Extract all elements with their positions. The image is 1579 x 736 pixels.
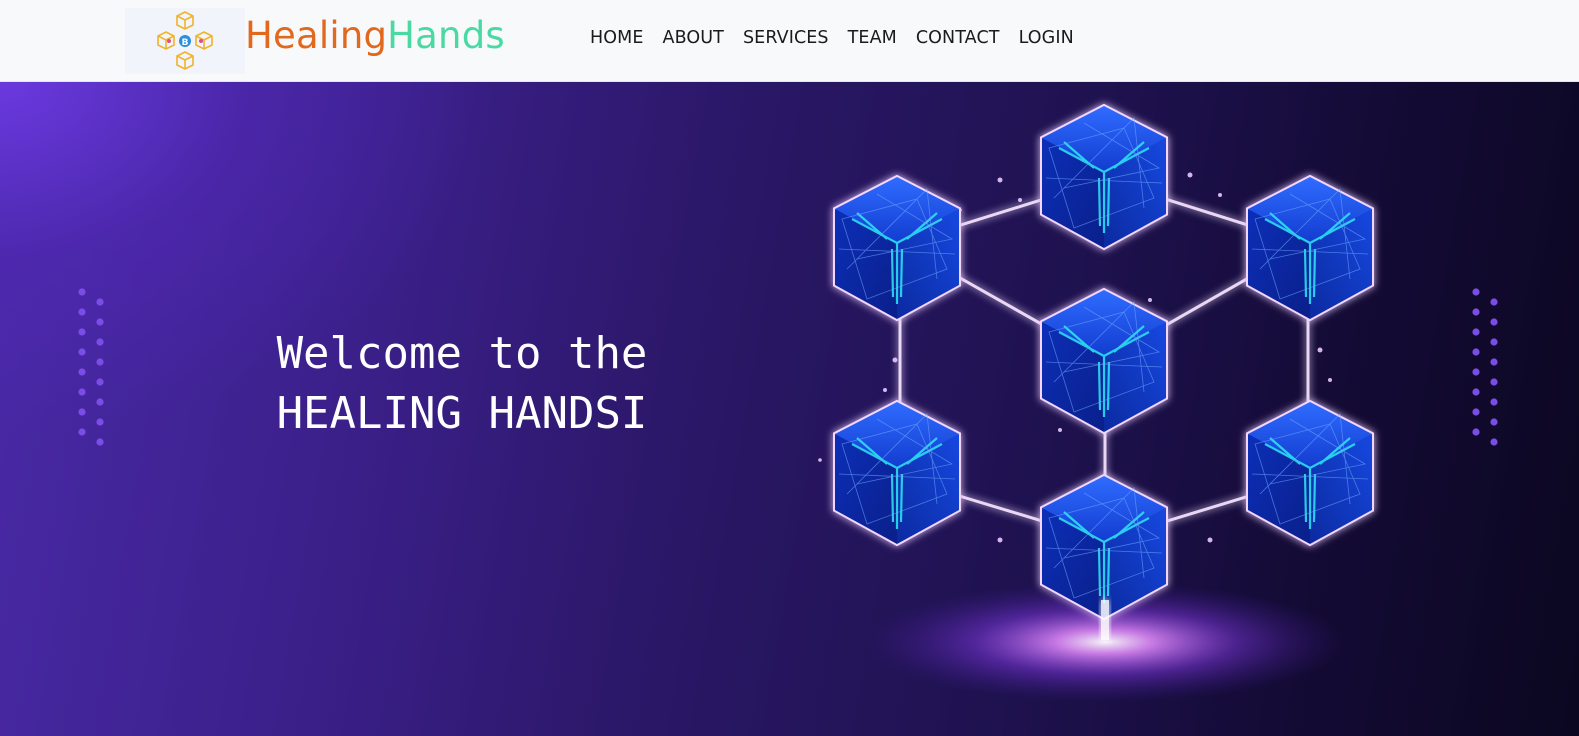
nav-home[interactable]: HOME xyxy=(590,28,644,48)
brand-part-hands: Hands xyxy=(387,14,505,57)
hero-section: Welcome to the HEALING HANDSI xyxy=(0,82,1579,736)
nav-contact[interactable]: CONTACT xyxy=(916,28,1000,48)
decorative-dots-left xyxy=(72,284,112,454)
hero-title-line2: HEALING HANDSI xyxy=(276,388,648,439)
brand-part-healing: Healing xyxy=(245,14,388,57)
nav-login[interactable]: LOGIN xyxy=(1019,28,1074,48)
brand-name[interactable]: HealingHands xyxy=(245,13,505,59)
main-nav: HOME ABOUT SERVICES TEAM CONTACT LOGIN xyxy=(590,28,1093,48)
navbar: B HealingHands HOME ABOUT SERVICES TEAM … xyxy=(0,0,1579,82)
blockchain-network-icon xyxy=(800,82,1420,736)
hero-title-line1: Welcome to the xyxy=(276,328,648,379)
decorative-dots-right xyxy=(1466,284,1506,454)
logo[interactable]: B xyxy=(125,8,245,74)
nav-team[interactable]: TEAM xyxy=(848,28,897,48)
nav-about[interactable]: ABOUT xyxy=(663,28,724,48)
blockchain-cubes-icon: B xyxy=(157,11,213,70)
page: B HealingHands HOME ABOUT SERVICES TEAM … xyxy=(0,0,1579,736)
hero-title: Welcome to the HEALING HANDSI xyxy=(262,324,662,444)
svg-text:B: B xyxy=(182,38,189,48)
nav-services[interactable]: SERVICES xyxy=(743,28,829,48)
